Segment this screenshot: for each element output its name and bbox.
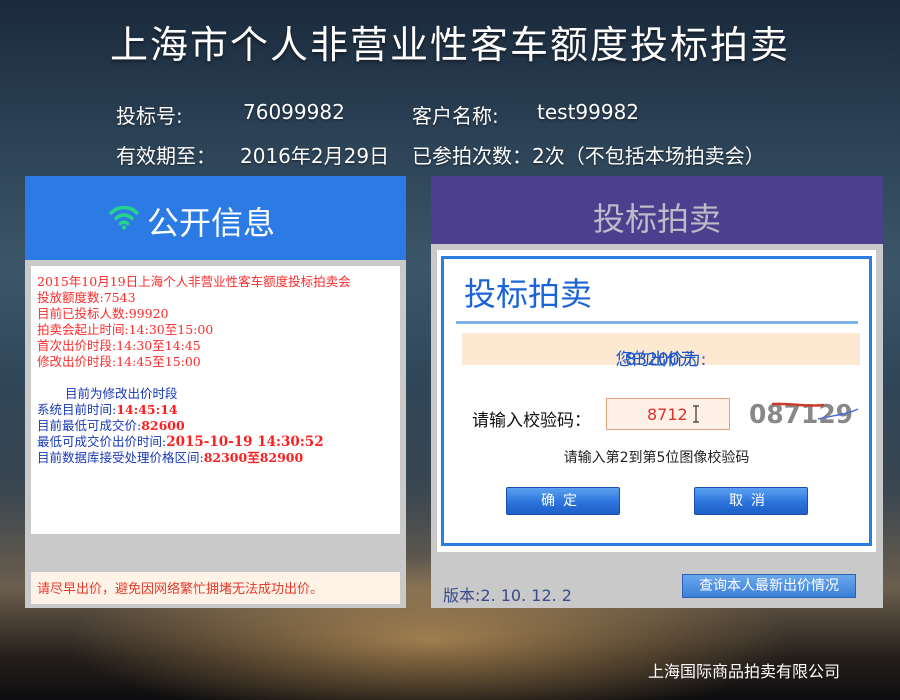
min-price-label: 目前最低可成交价:: [37, 418, 142, 433]
page-title: 上海市个人非营业性客车额度投标拍卖: [109, 23, 790, 67]
query-bid-status-button[interactable]: 查询本人最新出价情况: [682, 574, 856, 598]
client-name-value: test99982: [537, 100, 640, 124]
version-text: 版本:2. 10. 12. 2: [443, 586, 572, 605]
captcha-image: 087129: [746, 395, 860, 431]
info-line: 投放额度数:7543: [37, 290, 136, 305]
price-range-label: 目前数据库接受处理价格区间:: [37, 450, 204, 465]
bid-amount-value: 83200元: [625, 350, 697, 370]
wifi-icon: [109, 205, 139, 230]
client-name-label: 客户名称:: [412, 104, 499, 128]
price-range-value: 82300至82900: [203, 450, 304, 465]
text-cursor-icon: [693, 405, 699, 423]
valid-date-label: 有效期至：: [116, 144, 216, 168]
captcha-label: 请输入校验码：: [472, 411, 591, 431]
captcha-input-value: 8712: [647, 405, 688, 424]
warning-banner: 请尽早出价，避免因网络繁忙拥堵无法成功出价。: [31, 572, 400, 604]
valid-date-value: 2016年2月29日: [240, 144, 390, 168]
info-line: 首次出价时段:14:30至14:45: [37, 338, 201, 353]
bid-no-value: 76099982: [243, 100, 345, 124]
captcha-hint: 请输入第2到第5位图像校验码: [563, 450, 750, 466]
min-price-row: 目前最低可成交价:82600: [37, 418, 185, 434]
bidding-header: 投标拍卖: [431, 176, 883, 244]
min-price-value: 82600: [141, 418, 185, 433]
public-info-title: 公开信息: [147, 204, 276, 242]
dialog-title: 投标拍卖: [464, 275, 593, 313]
public-info-content: 2015年10月19日上海个人非营业性客车额度投标拍卖会 投放额度数:7543 …: [31, 266, 400, 534]
system-time-row: 系统目前时间:14:45:14: [37, 402, 178, 418]
info-line: 2015年10月19日上海个人非营业性客车额度投标拍卖会: [37, 274, 351, 289]
info-line: 目前已投标人数:99920: [37, 306, 169, 321]
min-price-time-value: 2015-10-19 14:30:52: [166, 434, 324, 450]
confirm-button[interactable]: 确定: [506, 487, 620, 515]
dialog-divider: [456, 321, 858, 324]
info-line: 修改出价时段:14:45至15:00: [37, 354, 201, 369]
bidding-panel-title: 投标拍卖: [592, 200, 721, 238]
info-line: 拍卖会起止时间:14:30至15:00: [37, 322, 214, 337]
public-info-panel: 公开信息 2015年10月19日上海个人非营业性客车额度投标拍卖会 投放额度数:…: [25, 176, 406, 608]
captcha-input[interactable]: 8712: [606, 398, 730, 430]
attended-count: 已参拍次数：2次（不包括本场拍卖会）: [412, 144, 765, 168]
warning-text: 请尽早出价，避免因网络繁忙拥堵无法成功出价。: [37, 582, 324, 597]
bid-phase: 目前为修改出价时段: [65, 386, 178, 401]
system-time-label: 系统目前时间:: [37, 402, 117, 417]
bid-no-label: 投标号:: [116, 104, 183, 128]
public-info-header: 公开信息: [25, 176, 406, 260]
system-time-value: 14:45:14: [116, 402, 178, 417]
bid-amount-band: 您的出价为: 83200元: [462, 333, 860, 370]
bid-confirm-dialog: 投标拍卖 您的出价为: 83200元 请输入校验码： 8712 087129 请…: [441, 256, 872, 546]
company-name: 上海国际商品拍卖有限公司: [648, 662, 841, 681]
bidding-panel: 投标拍卖 投标拍卖 您的出价为: 83200元 请输入校验码： 8712 087…: [431, 176, 883, 608]
price-range-row: 目前数据库接受处理价格区间:82300至82900: [37, 450, 303, 466]
min-price-time-row: 最低可成交价出价时间:2015-10-19 14:30:52: [37, 434, 324, 450]
cancel-button[interactable]: 取消: [694, 487, 808, 515]
min-price-time-label: 最低可成交价出价时间:: [37, 434, 167, 449]
